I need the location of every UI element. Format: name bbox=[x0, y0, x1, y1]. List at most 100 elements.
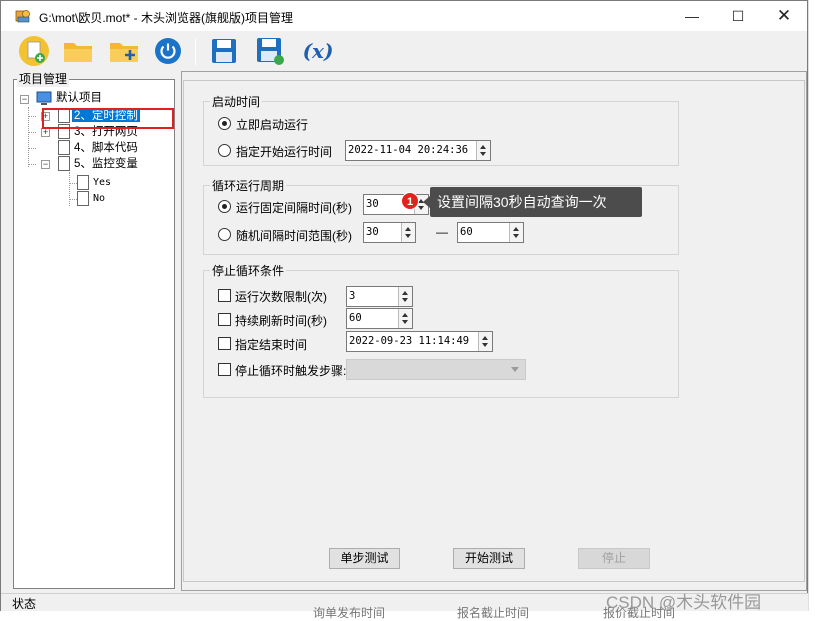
fixed-interval-value: 30 bbox=[366, 198, 379, 210]
new-project-button[interactable] bbox=[17, 35, 51, 67]
fixed-interval-radio[interactable] bbox=[218, 200, 231, 213]
range-separator: — bbox=[436, 225, 448, 239]
save-as-button[interactable] bbox=[253, 35, 287, 67]
scheduled-start-radio[interactable] bbox=[218, 144, 231, 157]
tree-connector bbox=[28, 148, 36, 149]
stop-condition-group: 停止循环条件 运行次数限制(次) 3 持续刷新时间(秒) 60 指定结束时间 2… bbox=[203, 262, 679, 398]
end-time-spinner[interactable] bbox=[478, 332, 492, 351]
refresh-time-input[interactable]: 60 bbox=[346, 308, 413, 329]
add-folder-icon bbox=[110, 43, 138, 62]
project-tree-panel: 项目管理 − 默认项目 + 2、定时控制 + 3、打开网页 4、脚本代码 − 5… bbox=[9, 69, 177, 589]
settings-panel: 启动时间 立即启动运行 指定开始运行时间 2022-11-04 20:24:36… bbox=[181, 71, 807, 591]
scheduled-start-datetime[interactable]: 2022-11-04 20:24:36 bbox=[345, 140, 491, 161]
end-time-checkbox[interactable] bbox=[218, 337, 231, 350]
tree-collapse-toggle[interactable]: − bbox=[41, 160, 50, 169]
close-icon: ✕ bbox=[776, 6, 792, 25]
fixed-interval-label[interactable]: 运行固定间隔时间(秒) bbox=[236, 199, 352, 216]
random-min-spinner[interactable] bbox=[401, 223, 415, 242]
maximize-button[interactable]: ☐ bbox=[715, 1, 761, 31]
tree-item-yes[interactable]: Yes bbox=[93, 176, 111, 190]
tree-collapse-toggle[interactable]: − bbox=[20, 95, 29, 104]
step-test-button[interactable]: 单步测试 bbox=[329, 548, 400, 569]
cycle-period-group-title: 循环运行周期 bbox=[210, 177, 287, 194]
start-time-group: 启动时间 立即启动运行 指定开始运行时间 2022-11-04 20:24:36 bbox=[203, 93, 679, 166]
refresh-time-spinner[interactable] bbox=[398, 309, 412, 328]
title-bar[interactable]: G:\mot\欧贝.mot* - 木头浏览器(旗舰版)项目管理 — ☐ ✕ bbox=[1, 1, 807, 31]
stop-button[interactable]: 停止 bbox=[578, 548, 650, 569]
immediate-start-radio[interactable] bbox=[218, 117, 231, 130]
end-time-label[interactable]: 指定结束时间 bbox=[235, 336, 307, 353]
chevron-down-icon bbox=[511, 367, 519, 372]
random-min-value: 30 bbox=[366, 226, 379, 238]
background-edge bbox=[808, 0, 815, 618]
tree-root-label[interactable]: 默认项目 bbox=[56, 91, 102, 105]
project-tree[interactable]: − 默认项目 + 2、定时控制 + 3、打开网页 4、脚本代码 − 5、监控变量 bbox=[13, 79, 175, 589]
highlight-box bbox=[42, 108, 174, 129]
tree-item-monitor-variable[interactable]: 5、监控变量 bbox=[74, 157, 138, 171]
tree-connector bbox=[28, 164, 36, 165]
run-count-checkbox[interactable] bbox=[218, 289, 231, 302]
random-interval-radio[interactable] bbox=[218, 228, 231, 241]
variables-button[interactable]: (𝒙) bbox=[299, 35, 337, 67]
app-logo-icon bbox=[15, 10, 30, 23]
end-time-value: 2022-09-23 11:14:49 bbox=[349, 335, 470, 347]
tree-connector bbox=[69, 172, 70, 206]
open-folder-icon bbox=[64, 43, 92, 62]
trigger-step-checkbox[interactable] bbox=[218, 363, 231, 376]
power-icon bbox=[155, 38, 181, 64]
maximize-icon: ☐ bbox=[731, 7, 745, 24]
start-time-group-title: 启动时间 bbox=[210, 93, 263, 110]
random-interval-label[interactable]: 随机间隔时间范围(秒) bbox=[236, 227, 352, 244]
fixed-interval-input[interactable]: 30 bbox=[363, 194, 429, 215]
toolbar: (𝒙) bbox=[1, 31, 807, 71]
toolbar-separator bbox=[195, 39, 196, 65]
new-project-icon bbox=[19, 36, 49, 66]
run-count-input[interactable]: 3 bbox=[346, 286, 413, 307]
annotation-tooltip: 设置间隔30秒自动查询一次 bbox=[423, 187, 642, 217]
background-text: 询单发布时间 bbox=[313, 606, 386, 620]
add-folder-button[interactable] bbox=[107, 35, 141, 67]
refresh-time-label[interactable]: 持续刷新时间(秒) bbox=[235, 312, 327, 329]
minimize-button[interactable]: — bbox=[669, 1, 715, 31]
window-title: G:\mot\欧贝.mot* - 木头浏览器(旗舰版)项目管理 bbox=[39, 11, 294, 25]
trigger-step-label[interactable]: 停止循环时触发步骤: bbox=[235, 362, 346, 379]
tree-expand-toggle[interactable]: + bbox=[41, 128, 50, 137]
save-icon bbox=[212, 39, 236, 63]
random-max-value: 60 bbox=[460, 226, 473, 238]
document-icon bbox=[77, 191, 89, 206]
minimize-icon: — bbox=[685, 8, 699, 24]
random-min-input[interactable]: 30 bbox=[363, 222, 416, 243]
document-icon bbox=[58, 156, 70, 171]
end-time-datetime[interactable]: 2022-09-23 11:14:49 bbox=[346, 331, 493, 352]
document-icon bbox=[58, 140, 70, 155]
tree-connector bbox=[28, 116, 36, 117]
document-icon bbox=[77, 175, 89, 190]
close-button[interactable]: ✕ bbox=[761, 1, 807, 31]
open-project-button[interactable] bbox=[61, 35, 95, 67]
refresh-time-checkbox[interactable] bbox=[218, 313, 231, 326]
tree-connector bbox=[69, 199, 77, 200]
immediate-start-label[interactable]: 立即启动运行 bbox=[236, 116, 308, 133]
project-manager-window: G:\mot\欧贝.mot* - 木头浏览器(旗舰版)项目管理 — ☐ ✕ (𝒙… bbox=[0, 0, 808, 611]
datetime-spinner[interactable] bbox=[476, 141, 490, 160]
run-button[interactable] bbox=[151, 35, 185, 67]
save-as-icon bbox=[257, 38, 284, 65]
watermark: CSDN @木头软件园 bbox=[606, 593, 762, 612]
run-count-label[interactable]: 运行次数限制(次) bbox=[235, 288, 327, 305]
status-label: 状态 bbox=[12, 597, 37, 611]
scheduled-start-label[interactable]: 指定开始运行时间 bbox=[236, 143, 332, 160]
start-test-button[interactable]: 开始测试 bbox=[453, 548, 525, 569]
save-button[interactable] bbox=[207, 35, 241, 67]
trigger-step-dropdown[interactable] bbox=[346, 359, 526, 380]
stop-condition-group-title: 停止循环条件 bbox=[210, 262, 287, 279]
run-count-spinner[interactable] bbox=[398, 287, 412, 306]
random-max-input[interactable]: 60 bbox=[457, 222, 524, 243]
variable-icon: (𝒙) bbox=[302, 39, 334, 63]
tree-item-no[interactable]: No bbox=[93, 192, 105, 206]
project-tree-title: 项目管理 bbox=[17, 70, 70, 87]
tree-connector bbox=[69, 183, 77, 184]
background-text: 报名截止时间 bbox=[457, 606, 530, 620]
random-max-spinner[interactable] bbox=[509, 223, 523, 242]
scheduled-start-value: 2022-11-04 20:24:36 bbox=[348, 144, 469, 156]
tree-item-script-code[interactable]: 4、脚本代码 bbox=[74, 141, 138, 155]
